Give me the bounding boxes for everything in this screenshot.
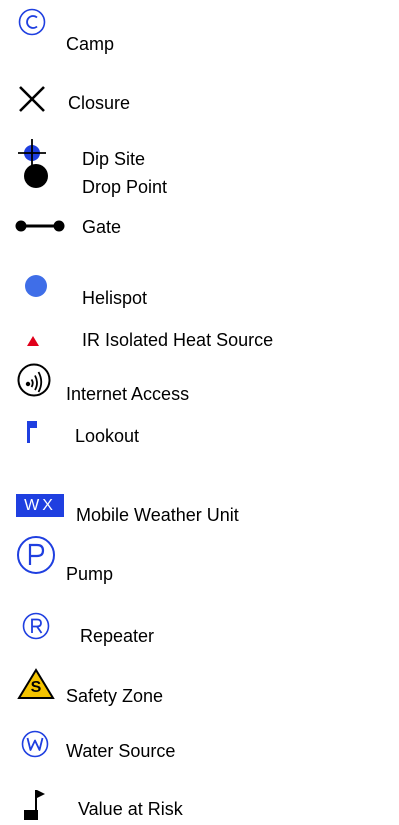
legend-label-mobile-weather-unit: Mobile Weather Unit: [76, 505, 239, 525]
legend-label-lookout: Lookout: [75, 426, 140, 446]
weather-unit-wx-text: WX: [24, 497, 56, 514]
legend-label-water-source: Water Source: [66, 741, 176, 761]
legend-label-drop-point: Drop Point: [82, 177, 168, 197]
helispot-dot-icon: [25, 275, 47, 297]
camp-circled-c-icon: [18, 8, 46, 36]
map-symbol-legend: Camp Closure Dip Site Drop Point Gate He…: [0, 0, 399, 825]
heat-source-triangle-icon: [27, 336, 39, 346]
legend-label-internet-access: Internet Access: [66, 384, 190, 404]
legend-label-dip-site: Dip Site: [82, 149, 146, 169]
legend-label-gate: Gate: [82, 217, 122, 237]
legend-label-helispot: Helispot: [82, 288, 148, 308]
drop-point-dot-icon: [24, 164, 48, 188]
lookout-flag-icon: [27, 421, 37, 443]
legend-label-value-at-risk: Value at Risk: [78, 799, 183, 819]
water-source-circled-w-icon: [21, 730, 49, 758]
legend-label-camp: Camp: [66, 34, 115, 54]
value-at-risk-flag-icon: [24, 790, 45, 820]
legend-label-ir-heat-source: IR Isolated Heat Source: [82, 330, 274, 350]
legend-label-pump: Pump: [66, 564, 114, 584]
legend-label-safety-zone: Safety Zone: [66, 686, 164, 706]
repeater-circled-r-icon: [22, 612, 50, 640]
weather-unit-wx-icon: WX: [16, 494, 64, 517]
safety-zone-s-text: S: [30, 679, 42, 696]
gate-bar-icon: [15, 220, 65, 232]
legend-label-closure: Closure: [68, 93, 131, 113]
closure-x-icon: [19, 86, 45, 112]
safety-zone-triangle-icon: S: [17, 668, 55, 700]
legend-label-repeater: Repeater: [80, 626, 155, 646]
internet-access-icon: [17, 363, 51, 397]
pump-circled-p-icon: [17, 536, 55, 574]
